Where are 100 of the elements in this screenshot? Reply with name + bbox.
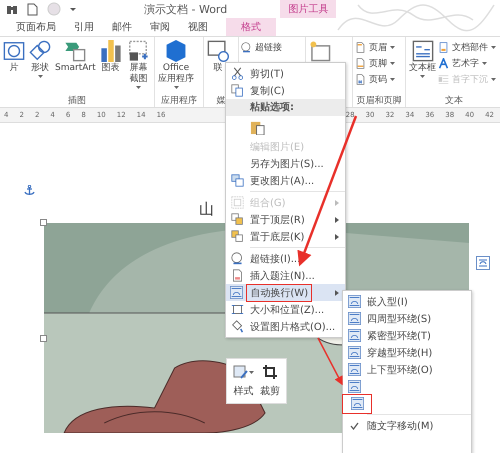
ribbon-tab[interactable]: 引用 [66,18,102,36]
page-icon [355,74,366,84]
paint-bucket-icon [230,320,244,333]
crop-icon [262,364,278,380]
caret-icon [249,370,254,374]
text-wrap-icon [348,312,360,325]
menu-item[interactable]: 穿越型环绕(H) [343,344,471,361]
wordart-icon [438,58,449,68]
text-wrap-icon [350,397,364,410]
ribbon-button[interactable]: Office 应用程序 [157,39,195,90]
ribbon-tab[interactable]: 页面布局 [8,18,64,36]
menu-item[interactable]: 设置图片格式(O)... [226,318,345,335]
ribbon-button[interactable]: SmartArt [54,39,97,75]
annotation-arrow [317,338,343,386]
ribbon-button[interactable]: 文本框 [408,39,437,79]
ribbon-button[interactable]: 屏幕截图 [124,39,152,90]
toolbar-button[interactable]: 裁剪 [260,364,280,398]
caret-icon [491,46,496,48]
camera-icon [127,40,150,62]
ribbon-button[interactable]: 页脚 [355,57,395,69]
caret-icon [482,62,487,64]
menu-item[interactable]: 自动换行(W) [226,284,345,301]
menu-item[interactable]: 复制(C) [226,82,345,99]
checkmark-icon [350,422,358,430]
globe-link-icon [230,252,244,265]
document-parts-icon [438,42,449,52]
cube-icon [165,40,187,62]
group-label: 媒 [216,95,226,107]
bar-chart-icon [100,40,122,62]
caret-icon [390,78,395,80]
ribbon-tab[interactable]: 视图 [180,18,216,36]
menu-item[interactable]: 大小和位置(Z)... [226,301,345,318]
ribbon-button[interactable]: 片 [2,39,26,75]
text-wrap-icon [348,329,360,342]
submenu-arrow-icon [335,200,339,206]
ribbon-tab[interactable]: 邮件 [104,18,140,36]
caret-icon [174,86,178,89]
menu-item[interactable]: 置于顶层(R) [226,211,345,228]
caret-icon [136,86,141,89]
ribbon-button[interactable]: 页码 [355,73,395,85]
new-document-icon[interactable] [27,2,38,16]
smartart-icon [64,40,86,62]
binoculars-icon[interactable] [6,4,18,14]
document-text: 山 [199,200,214,219]
group-icon [230,196,244,209]
menu-item[interactable]: 上下型环绕(O) [343,361,471,378]
menu-header: 粘贴选项: [226,99,345,116]
ribbon-button[interactable] [308,39,332,63]
ribbon-button[interactable]: 艺术字 [438,57,496,69]
layers-icon [230,230,244,243]
text-wrap-icon [348,380,360,393]
change-picture-icon [230,174,244,187]
menu-item[interactable]: 嵌入型(I) [343,293,471,310]
resize-handle[interactable] [40,335,47,342]
group-label: 文本 [444,95,464,107]
submenu-arrow-icon [335,216,339,222]
picture-style-icon [233,364,249,380]
globe-link-icon [241,42,252,52]
window-title: 演示文档 - Word [144,2,228,16]
text-wrap-icon [230,286,244,299]
group-label: 页眉和页脚 [356,95,402,107]
menu-item[interactable]: 另存为图片(S)... [226,155,345,172]
menu-item[interactable]: 置于底层(K) [226,228,345,245]
anchor-icon [24,185,35,196]
ribbon-button[interactable]: 图表 [98,39,123,75]
ribbon-tab[interactable]: 格式 [226,18,276,36]
menu-item[interactable]: 插入题注(N)... [226,267,345,284]
ribbon-button[interactable]: 形状 [28,39,52,79]
page-icon [355,42,366,52]
clipboard-icon[interactable] [250,120,265,134]
group-label: 应用程序 [160,95,198,107]
caption-icon [230,269,244,282]
ribbon-button[interactable]: 页眉 [355,41,395,53]
picture-icon [3,40,25,62]
menu-item[interactable]: 四周型环绕(S) [343,310,471,327]
caret-icon [491,78,496,80]
ribbon-button[interactable]: 文档部件 [438,41,496,53]
caret-icon [38,75,42,78]
page-icon [355,58,366,68]
context-tab-group: 图片工具 [280,0,336,18]
caret-icon[interactable] [70,8,76,10]
caret-icon [390,62,395,64]
scissors-icon [230,67,244,80]
toolbar-button[interactable]: 样式 [233,364,254,398]
text-box-icon [412,40,434,62]
resize-handle[interactable] [40,219,47,226]
menu-item[interactable]: 紧密型环绕(T) [343,327,471,344]
caret-icon [420,75,425,78]
menu-item[interactable]: 更改图片(A)... [226,172,345,189]
copy-icon [230,84,244,97]
caret-icon [390,46,395,48]
menu-item[interactable]: 随文字移动(M) [343,417,471,434]
shapes-icon [29,40,51,62]
layout-options-icon[interactable] [476,256,490,270]
text-wrap-icon [348,363,360,376]
group-label: 插图 [67,95,87,107]
text-wrap-icon [348,346,360,359]
ribbon-tab[interactable]: 审阅 [142,18,178,36]
ribbon-button[interactable]: 超链接 [241,41,282,53]
text-wrap-icon [348,295,360,308]
